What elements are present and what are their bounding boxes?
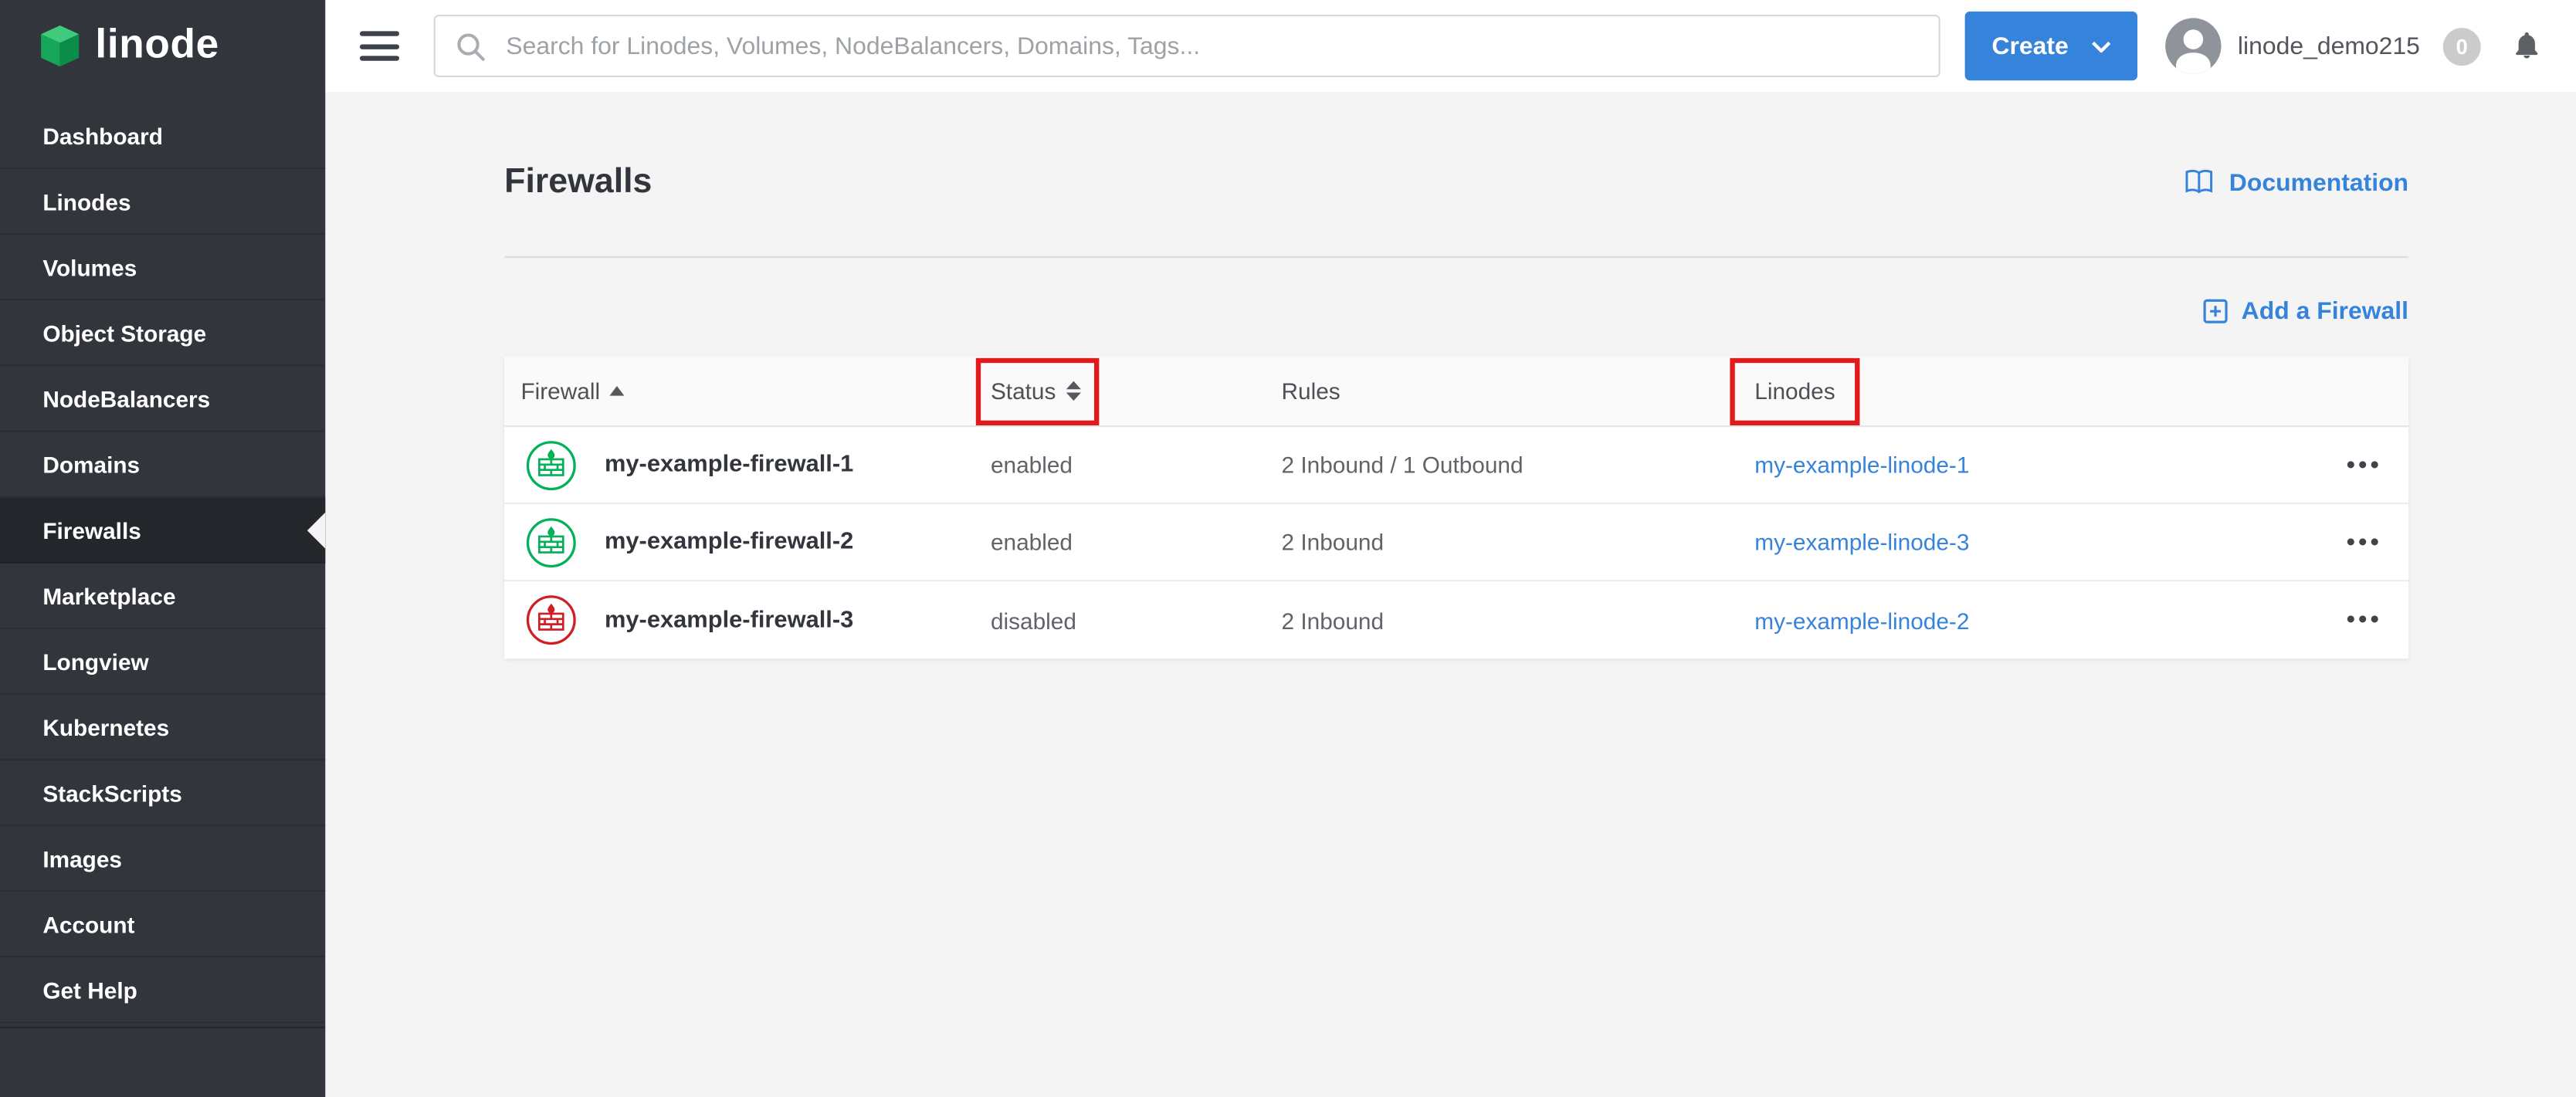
column-label: Linodes [1754, 378, 1835, 404]
sidebar-item-nodebalancers[interactable]: NodeBalancers [0, 366, 325, 432]
username-label: linode_demo215 [2238, 32, 2420, 59]
search-box [434, 15, 1941, 77]
table-row: my-example-firewall-3 disabled 2 Inbound… [504, 581, 2408, 659]
firewall-status-icon [526, 516, 577, 567]
sidebar-item-linodes[interactable]: Linodes [0, 169, 325, 235]
firewall-status: enabled [991, 452, 1282, 478]
table-row: my-example-firewall-1 enabled 2 Inbound … [504, 427, 2408, 504]
firewall-status-icon [526, 594, 577, 645]
main-content: Firewalls Documentation Add a Firewall [325, 92, 2576, 1097]
sidebar-item-images[interactable]: Images [0, 826, 325, 892]
sidebar-item-volumes[interactable]: Volumes [0, 235, 325, 300]
sidebar-item-label: NodeBalancers [42, 385, 210, 411]
sidebar-item-label: Domains [42, 451, 140, 477]
sidebar-item-account[interactable]: Account [0, 892, 325, 957]
search-input[interactable] [503, 30, 1939, 61]
avatar [2164, 16, 2223, 76]
sidebar-item-marketplace[interactable]: Marketplace [0, 564, 325, 629]
firewall-status: enabled [991, 529, 1282, 555]
sidebar-item-longview[interactable]: Longview [0, 629, 325, 695]
table-actions-row: Add a Firewall [504, 294, 2408, 327]
sidebar-item-domains[interactable]: Domains [0, 432, 325, 498]
sidebar-item-label: StackScripts [42, 780, 181, 806]
menu-toggle-button[interactable] [360, 29, 399, 63]
column-label: Status [991, 378, 1056, 404]
add-firewall-label: Add a Firewall [2242, 296, 2408, 324]
firewall-status-icon [526, 439, 577, 490]
firewall-rules: 2 Inbound [1282, 607, 1755, 633]
column-header-status[interactable]: Status [991, 378, 1282, 404]
documentation-link[interactable]: Documentation [2181, 168, 2408, 197]
sidebar-item-dashboard[interactable]: Dashboard [0, 103, 325, 169]
user-menu[interactable]: linode_demo215 [2164, 16, 2420, 76]
search-icon [455, 30, 486, 61]
firewall-name-link[interactable]: my-example-firewall-3 [605, 607, 853, 633]
column-header-firewall[interactable]: Firewall [504, 378, 991, 404]
notifications-bell-button[interactable] [2510, 28, 2544, 64]
linode-logo[interactable]: linode [0, 0, 325, 92]
sidebar-item-object-storage[interactable]: Object Storage [0, 300, 325, 366]
column-header-rules: Rules [1282, 378, 1755, 404]
table-header-row: Firewall Status Rules Linodes [504, 357, 2408, 427]
sort-ascending-icon [610, 386, 625, 396]
sidebar-item-label: Dashboard [42, 123, 163, 149]
bell-icon [2510, 28, 2544, 64]
column-label: Rules [1282, 378, 1341, 404]
firewall-rules: 2 Inbound [1282, 529, 1755, 555]
column-header-linodes: Linodes [1754, 378, 2264, 404]
firewalls-table: Firewall Status Rules Linodes [504, 357, 2408, 659]
firewall-name-link[interactable]: my-example-firewall-2 [605, 529, 853, 555]
sidebar-item-label: Images [42, 845, 122, 872]
sidebar-item-label: Linodes [42, 188, 130, 215]
page-header: Firewalls Documentation [504, 161, 2408, 204]
sidebar-item-label: Object Storage [42, 320, 206, 346]
sidebar-item-label: Kubernetes [42, 713, 169, 740]
add-firewall-link[interactable]: Add a Firewall [2204, 294, 2408, 327]
page-title: Firewalls [504, 161, 652, 204]
add-plus-icon [2204, 298, 2229, 323]
sidebar-item-label: Account [42, 911, 134, 937]
linode-logo-icon [39, 25, 80, 67]
notification-count: 0 [2456, 34, 2467, 59]
sidebar-item-label: Marketplace [42, 582, 175, 608]
sidebar-item-get-help[interactable]: Get Help [0, 957, 325, 1023]
linode-link[interactable]: my-example-linode-1 [1754, 452, 1969, 478]
sidebar-item-label: Volumes [42, 254, 137, 280]
firewall-rules: 2 Inbound / 1 Outbound [1282, 452, 1755, 478]
linode-link[interactable]: my-example-linode-3 [1754, 529, 1969, 555]
chevron-down-icon [2092, 40, 2112, 52]
table-row: my-example-firewall-2 enabled 2 Inbound … [504, 504, 2408, 581]
linode-logo-text: linode [95, 24, 219, 65]
linode-link[interactable]: my-example-linode-2 [1754, 607, 1969, 633]
firewall-status: disabled [991, 607, 1282, 633]
topbar: Create linode_demo215 0 [325, 0, 2576, 92]
sidebar-item-kubernetes[interactable]: Kubernetes [0, 695, 325, 760]
sidebar-nav: Dashboard Linodes Volumes Object Storage… [0, 103, 325, 1028]
active-item-notch [307, 512, 325, 548]
sidebar: linode Dashboard Linodes Volumes Object … [0, 0, 325, 1097]
sidebar-item-label: Get Help [42, 977, 137, 1003]
documentation-book-icon [2181, 168, 2216, 197]
documentation-label: Documentation [2229, 168, 2408, 196]
sidebar-divider [0, 1027, 325, 1028]
row-actions-button[interactable]: ••• [2337, 523, 2392, 561]
create-button[interactable]: Create [1965, 12, 2137, 80]
firewall-name-link[interactable]: my-example-firewall-1 [605, 452, 853, 478]
sidebar-item-label: Firewalls [42, 516, 141, 543]
row-actions-button[interactable]: ••• [2337, 446, 2392, 484]
notification-count-badge: 0 [2443, 27, 2481, 65]
sidebar-item-stackscripts[interactable]: StackScripts [0, 760, 325, 826]
sidebar-item-label: Longview [42, 648, 148, 674]
row-actions-button[interactable]: ••• [2337, 601, 2392, 639]
sort-both-icon [1066, 381, 1080, 401]
create-button-label: Create [1991, 32, 2068, 59]
header-divider [504, 256, 2408, 258]
sidebar-item-firewalls[interactable]: Firewalls [0, 498, 325, 564]
app-window: linode Dashboard Linodes Volumes Object … [0, 0, 2576, 1097]
column-label: Firewall [520, 378, 600, 404]
